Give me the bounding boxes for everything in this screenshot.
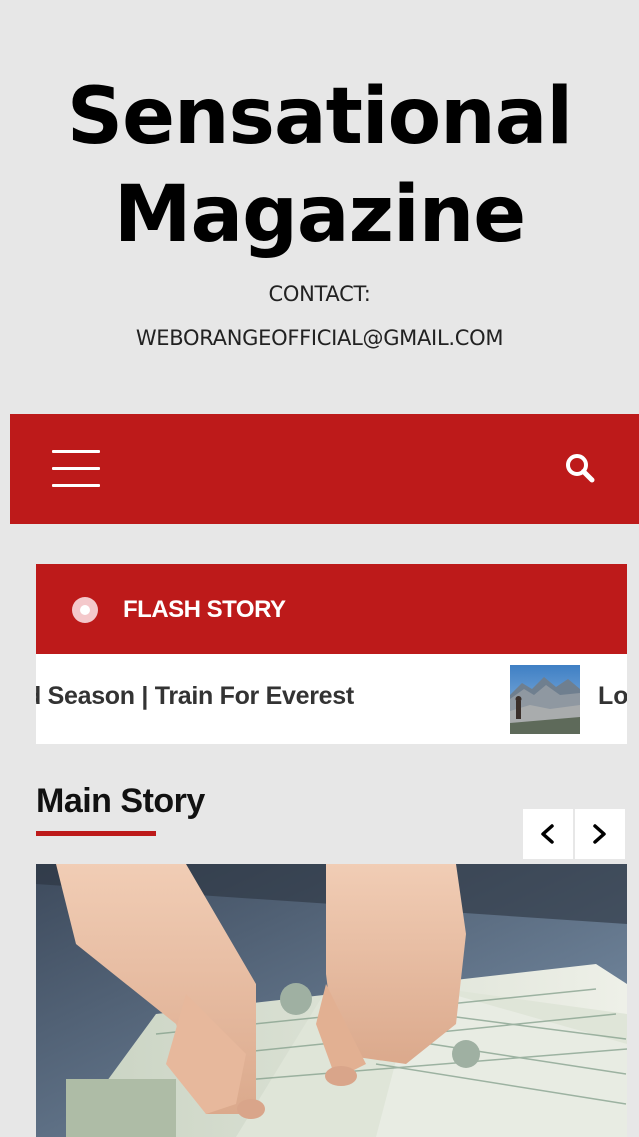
site-title-line2[interactable]: Magazine <box>114 170 526 260</box>
search-icon-glyph <box>566 454 595 483</box>
chevron-left-icon <box>541 824 554 844</box>
money-hands-photo <box>36 864 627 1137</box>
site-tagline: CONTACT: WEBORANGEOFFICIAL@GMAIL.COM <box>0 272 639 360</box>
flash-story-header: FLASH STORY <box>36 564 627 654</box>
slider-prev-button[interactable] <box>523 809 573 859</box>
hamburger-bar <box>52 467 100 470</box>
site-title-line1[interactable]: Sensational <box>67 72 573 162</box>
ticker-item-link[interactable]: Lo <box>598 678 627 714</box>
flash-story-label: FLASH STORY <box>123 596 286 623</box>
site-title[interactable]: Sensational Magazine <box>0 68 639 264</box>
mountain-photo <box>510 665 580 734</box>
main-story-heading: Main Story <box>36 782 205 820</box>
main-navbar <box>10 414 639 524</box>
ticker-item-link[interactable]: d Season | Train For Everest <box>36 678 354 714</box>
chevron-right-icon <box>593 824 606 844</box>
search-icon[interactable] <box>562 450 598 486</box>
pulse-dot-icon <box>72 597 98 623</box>
slider-next-button[interactable] <box>575 809 625 859</box>
page: Sensational Magazine CONTACT: WEBORANGEO… <box>0 0 639 1137</box>
site-header: Sensational Magazine CONTACT: WEBORANGEO… <box>0 0 639 414</box>
contact-email: WEBORANGEOFFICIAL@GMAIL.COM <box>135 326 504 350</box>
main-story-image[interactable] <box>36 864 627 1137</box>
hamburger-bar <box>52 450 100 453</box>
flash-story-widget: FLASH STORY d Season | Train For Everest <box>36 564 627 744</box>
hamburger-bar <box>52 484 100 487</box>
contact-label: CONTACT: <box>268 282 371 306</box>
hamburger-icon[interactable] <box>52 450 100 488</box>
ticker-item-thumbnail[interactable] <box>510 665 580 734</box>
heading-underline <box>36 831 156 836</box>
